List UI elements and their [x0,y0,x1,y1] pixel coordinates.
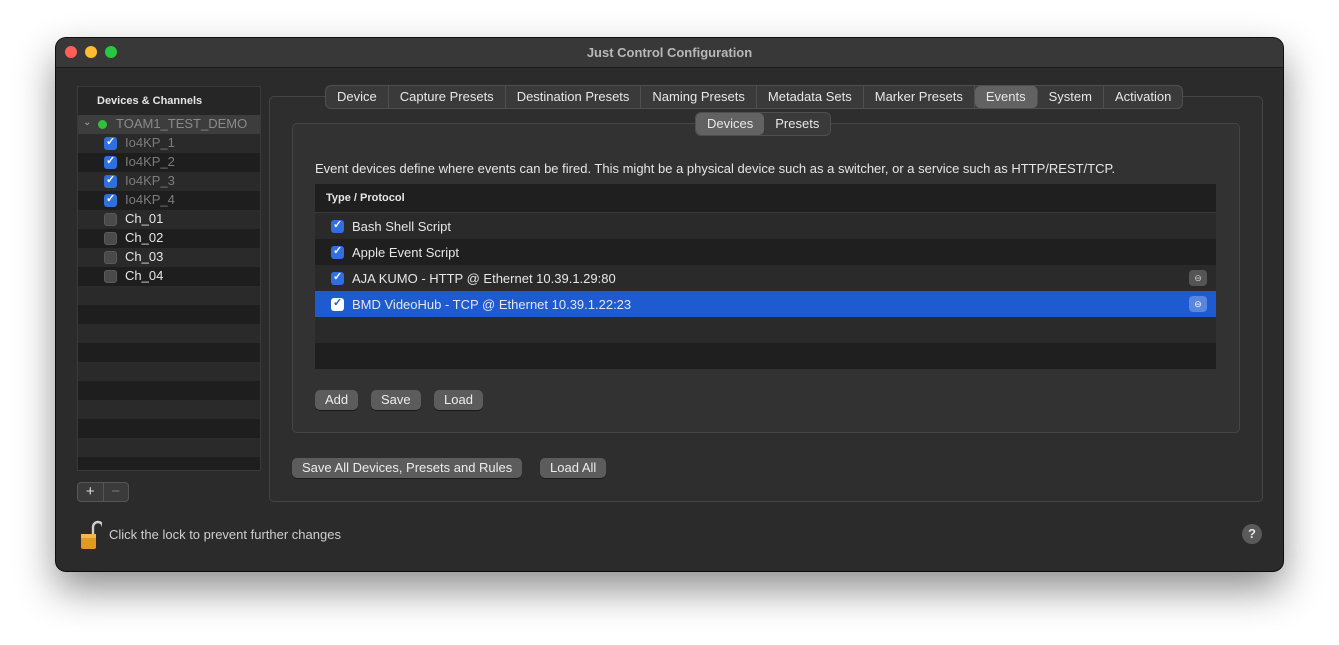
empty-list-row [78,400,260,419]
event-devices-table[interactable]: Type / Protocol Bash Shell Script Apple E… [315,184,1216,369]
channel-checkbox[interactable] [104,135,117,150]
load-all-button[interactable]: Load All [540,458,607,478]
event-device-label: BMD VideoHub - TCP @ Ethernet 10.39.1.22… [352,297,632,312]
empty-list-row [78,438,260,457]
channel-row[interactable]: Ch_02 [78,229,260,248]
tab-destination-presets[interactable]: Destination Presets [506,86,642,108]
channel-checkbox[interactable] [104,213,117,226]
chevron-down-icon[interactable]: ⌄ [83,117,91,128]
sidebar-header: Devices & Channels [78,87,260,115]
tab-activation[interactable]: Activation [1104,86,1182,108]
event-device-checkbox[interactable] [331,270,344,285]
row-action-icon[interactable]: ⊖ [1189,296,1207,312]
empty-list-row [78,324,260,343]
empty-list-row [78,457,260,470]
channel-row[interactable]: Io4KP_1 [78,134,260,153]
help-button[interactable]: ? [1242,524,1262,544]
events-subtab-bar: Devices Presets [695,112,832,136]
tab-events[interactable]: Events [974,86,1038,108]
channel-checkbox[interactable] [104,192,117,207]
add-device-button[interactable]: + [78,483,103,501]
device-group-row[interactable]: ⌄ TOAM1_TEST_DEMO [78,115,260,134]
empty-list-row [78,419,260,438]
devices-channels-list[interactable]: Devices & Channels ⌄ TOAM1_TEST_DEMO Io4… [77,86,261,471]
channel-row[interactable]: Io4KP_3 [78,172,260,191]
empty-list-row [78,381,260,400]
channel-row[interactable]: Ch_01 [78,210,260,229]
empty-list-row [78,286,260,305]
title-bar: Just Control Configuration [56,38,1283,68]
channel-label: Ch_03 [125,249,164,264]
remove-device-button[interactable]: − [102,483,129,501]
event-device-label: Apple Event Script [352,245,459,260]
empty-list-row [78,362,260,381]
add-button[interactable]: Add [315,390,359,410]
channel-checkbox[interactable] [104,232,117,245]
tab-capture-presets[interactable]: Capture Presets [389,86,506,108]
channel-label: Ch_04 [125,268,164,283]
channel-checkbox[interactable] [104,251,117,264]
channel-label: Ch_01 [125,211,164,226]
channel-checkbox[interactable] [104,173,117,188]
channel-label: Io4KP_1 [125,135,175,150]
tab-naming-presets[interactable]: Naming Presets [641,86,757,108]
empty-list-row [78,305,260,324]
app-window: Just Control Configuration Devices & Cha… [56,38,1283,571]
unlocked-lock-icon[interactable] [80,520,102,550]
tab-marker-presets[interactable]: Marker Presets [864,86,975,108]
tab-metadata-sets[interactable]: Metadata Sets [757,86,864,108]
event-device-checkbox[interactable] [331,218,344,233]
save-all-button[interactable]: Save All Devices, Presets and Rules [292,458,523,478]
channel-label: Ch_02 [125,230,164,245]
event-device-checkbox[interactable] [331,244,344,259]
table-row[interactable]: AJA KUMO - HTTP @ Ethernet 10.39.1.29:80… [315,265,1216,291]
subtab-presets[interactable]: Presets [764,113,830,135]
channel-label: Io4KP_2 [125,154,175,169]
event-device-checkbox[interactable] [331,296,344,311]
events-description: Event devices define where events can be… [315,161,1116,176]
table-row[interactable]: Apple Event Script [315,239,1216,265]
tab-device[interactable]: Device [326,86,389,108]
main-tab-bar: Device Capture Presets Destination Presets… [325,85,1184,109]
table-row[interactable]: BMD VideoHub - TCP @ Ethernet 10.39.1.22… [315,291,1216,317]
empty-list-row [78,343,260,362]
status-online-icon [98,120,107,129]
channel-checkbox[interactable] [104,154,117,169]
add-remove-control: + − [77,482,129,502]
table-row[interactable]: Bash Shell Script [315,213,1216,239]
save-button[interactable]: Save [371,390,421,410]
subtab-devices[interactable]: Devices [696,113,765,135]
channel-row[interactable]: Ch_04 [78,267,260,286]
window-title: Just Control Configuration [586,45,753,60]
tab-system[interactable]: System [1038,86,1104,108]
lock-status-text: Click the lock to prevent further change… [109,527,341,542]
channel-label: Io4KP_4 [125,192,175,207]
channel-row[interactable]: Io4KP_2 [78,153,260,172]
row-action-icon[interactable]: ⊖ [1189,270,1207,286]
column-header-type-protocol[interactable]: Type / Protocol [315,184,1216,213]
load-button[interactable]: Load [434,390,483,410]
channel-row[interactable]: Ch_03 [78,248,260,267]
empty-table-row [315,343,1216,369]
channel-checkbox[interactable] [104,270,117,283]
event-device-label: AJA KUMO - HTTP @ Ethernet 10.39.1.29:80 [352,271,616,286]
event-device-label: Bash Shell Script [352,219,451,234]
channel-label: Io4KP_3 [125,173,175,188]
channel-row[interactable]: Io4KP_4 [78,191,260,210]
device-group-label: TOAM1_TEST_DEMO [116,116,248,131]
empty-table-row [315,317,1216,343]
